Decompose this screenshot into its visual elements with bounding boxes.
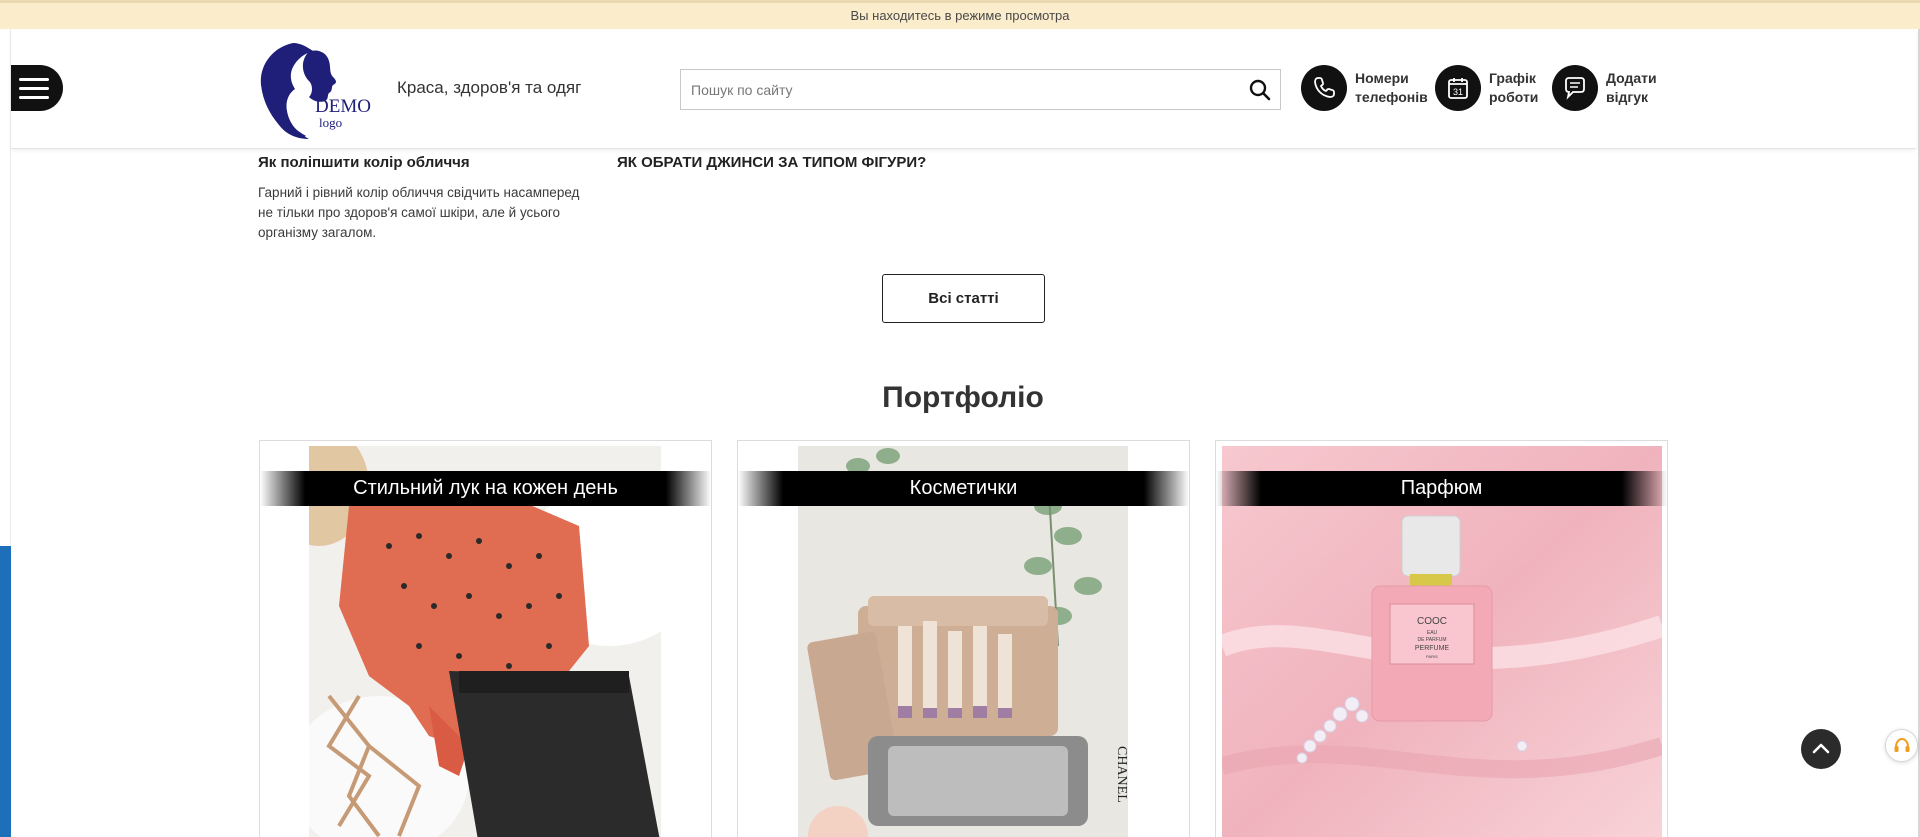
review-link-line1: Додати <box>1606 70 1657 86</box>
phone-numbers-link[interactable]: Номери телефонів <box>1301 65 1435 111</box>
preview-mode-bar: Вы находитесь в режиме просмотра <box>0 0 1920 29</box>
search-input[interactable] <box>681 70 1221 109</box>
calendar-day: 31 <box>1453 87 1463 97</box>
perfume-label-line4: PARIS <box>1426 654 1438 659</box>
calendar-icon: 31 <box>1435 65 1481 111</box>
woman-silhouette-logo-icon: DEMO logo <box>260 43 371 139</box>
perfume-label-line2: DE PARFUM <box>1417 637 1446 643</box>
support-widget-button[interactable] <box>1885 729 1918 762</box>
phone-link-line2: телефонів <box>1355 89 1428 105</box>
preview-mode-text: Вы находитесь в режиме просмотра <box>850 8 1070 23</box>
page: Вы находитесь в режиме просмотра DEMO lo… <box>0 0 1920 837</box>
article-title[interactable]: ЯК ОБРАТИ ДЖИНСИ ЗА ТИПОМ ФІГУРИ? <box>617 154 926 171</box>
phone-link-line1: Номери <box>1355 70 1409 86</box>
perfume-brand: COOC <box>1417 616 1447 627</box>
portfolio-card-outfit[interactable]: Стильний лук на кожен день <box>259 440 712 837</box>
site-logo[interactable]: DEMO logo <box>253 39 388 141</box>
all-articles-button[interactable]: Всі статті <box>882 274 1045 323</box>
left-side-tab[interactable] <box>0 546 11 837</box>
phone-icon <box>1301 65 1347 111</box>
hamburger-menu-icon[interactable] <box>11 65 63 111</box>
chanel-sign: CHANEL <box>1114 746 1128 803</box>
portfolio-card-label: Стильний лук на кожен день <box>260 471 711 506</box>
article-title[interactable]: Як поліпшити колір обличчя <box>258 154 588 171</box>
portfolio-title: Портфоліо <box>882 381 1044 414</box>
work-schedule-link[interactable]: 31 Графік роботи <box>1435 65 1569 111</box>
perfume-label-line1: EAU <box>1427 630 1438 636</box>
logo-sub-text: logo <box>319 115 342 130</box>
headset-icon <box>1894 737 1909 752</box>
search-box <box>680 69 1281 110</box>
portfolio-card-label: Косметички <box>738 471 1189 506</box>
logo-main-text: DEMO <box>315 96 371 117</box>
add-review-link[interactable]: Додати відгук <box>1552 65 1686 111</box>
perfume-label-line3: PERFUME <box>1415 645 1450 652</box>
portfolio-card-perfume[interactable]: COOC EAU DE PARFUM PERFUME PARIS Парфюм <box>1215 440 1668 837</box>
article-excerpt: Гарний і рівний колір обличчя свідчить н… <box>258 185 580 240</box>
search-icon[interactable] <box>1248 78 1272 102</box>
portfolio-card-cosmetic-bags[interactable]: CHANEL Косметички <box>737 440 1190 837</box>
review-link-line2: відгук <box>1606 89 1649 105</box>
chat-icon <box>1552 65 1598 111</box>
article-card: ЯК ОБРАТИ ДЖИНСИ ЗА ТИПОМ ФІГУРИ? <box>617 154 926 171</box>
site-tagline: Краса, здоров'я та одяг <box>397 78 582 97</box>
portfolio-card-label: Парфюм <box>1216 471 1667 506</box>
article-card: Як поліпшити колір обличчя Гарний і рівн… <box>258 154 588 243</box>
chevron-up-icon <box>1812 743 1830 754</box>
scroll-to-top-button[interactable] <box>1801 729 1841 769</box>
site-header: DEMO logo Краса, здоров'я та одяг Номер <box>11 29 1916 149</box>
